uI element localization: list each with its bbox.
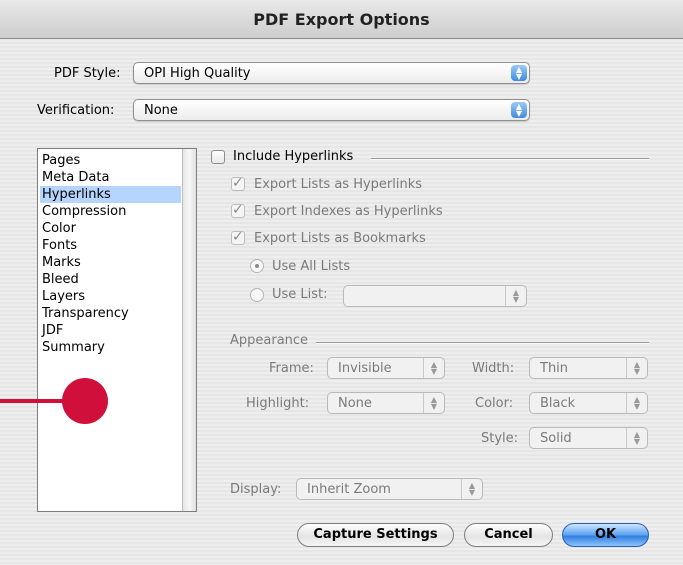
- width-value: Thin: [540, 361, 569, 376]
- popup-arrows-icon: ▲ ▼: [626, 428, 647, 448]
- use-list-radio[interactable]: [250, 288, 264, 302]
- list-item-color[interactable]: Color: [40, 220, 181, 237]
- pdf-style-label: PDF Style:: [54, 66, 121, 81]
- list-item-marks[interactable]: Marks: [40, 254, 181, 271]
- display-label: Display:: [230, 482, 282, 497]
- separator: [316, 342, 649, 344]
- use-list-label: Use List:: [272, 287, 328, 302]
- highlight-popup[interactable]: None ▲ ▼: [327, 392, 445, 414]
- highlight-value: None: [338, 396, 372, 411]
- list-item-summary[interactable]: Summary: [40, 339, 181, 356]
- popup-arrows-icon: ▲ ▼: [626, 358, 647, 378]
- color-label: Color:: [475, 396, 514, 411]
- use-list-popup[interactable]: ▲ ▼: [343, 285, 527, 307]
- list-item-meta-data[interactable]: Meta Data: [40, 169, 181, 186]
- list-scrollbar[interactable]: [182, 149, 196, 511]
- style-label: Style:: [481, 431, 519, 446]
- section-list[interactable]: Pages Meta Data Hyperlinks Compression C…: [37, 148, 197, 512]
- color-popup[interactable]: Black ▲ ▼: [529, 392, 648, 414]
- width-label: Width:: [472, 361, 515, 376]
- popup-arrows-icon: ▲ ▼: [461, 479, 482, 499]
- popup-arrows-icon: ▲ ▼: [626, 393, 647, 413]
- pdf-style-popup[interactable]: OPI High Quality ▲ ▼: [133, 62, 530, 84]
- display-popup[interactable]: Inherit Zoom ▲ ▼: [296, 478, 483, 500]
- popup-arrows-icon: ▲ ▼: [511, 65, 527, 81]
- window-title: PDF Export Options: [253, 10, 430, 29]
- include-hyperlinks-label: Include Hyperlinks: [233, 149, 354, 164]
- list-item-transparency[interactable]: Transparency: [40, 305, 181, 322]
- export-indexes-label: Export Indexes as Hyperlinks: [254, 204, 443, 219]
- include-hyperlinks-checkbox[interactable]: [211, 150, 225, 164]
- capture-settings-button[interactable]: Capture Settings: [297, 523, 454, 547]
- ok-button[interactable]: OK: [562, 523, 649, 547]
- verification-popup[interactable]: None ▲ ▼: [133, 99, 530, 121]
- list-item-fonts[interactable]: Fonts: [40, 237, 181, 254]
- list-item-bleed[interactable]: Bleed: [40, 271, 181, 288]
- frame-label: Frame:: [269, 361, 314, 376]
- use-all-lists-radio[interactable]: [250, 259, 264, 273]
- style-popup[interactable]: Solid ▲ ▼: [529, 427, 648, 449]
- appearance-label: Appearance: [230, 333, 309, 348]
- use-all-lists-label: Use All Lists: [272, 259, 351, 274]
- popup-arrows-icon: ▲ ▼: [423, 393, 444, 413]
- list-item-compression[interactable]: Compression: [40, 203, 181, 220]
- pdf-style-value: OPI High Quality: [144, 66, 251, 81]
- list-item-jdf[interactable]: JDF: [40, 322, 181, 339]
- export-lists-label: Export Lists as Hyperlinks: [254, 177, 423, 192]
- display-value: Inherit Zoom: [307, 482, 391, 497]
- highlight-label: Highlight:: [246, 396, 310, 411]
- popup-arrows-icon: ▲ ▼: [423, 358, 444, 378]
- checkmark-icon: ✓: [232, 202, 244, 218]
- list-item-layers[interactable]: Layers: [40, 288, 181, 305]
- verification-value: None: [144, 103, 178, 118]
- annotation-marker-dot: [62, 378, 108, 424]
- separator: [371, 158, 649, 160]
- cancel-button[interactable]: Cancel: [464, 523, 553, 547]
- verification-label: Verification:: [37, 103, 115, 118]
- export-bookmarks-label: Export Lists as Bookmarks: [254, 231, 426, 246]
- popup-arrows-icon: ▲ ▼: [511, 102, 527, 118]
- style-value: Solid: [540, 431, 572, 446]
- list-item-pages[interactable]: Pages: [40, 152, 181, 169]
- frame-value: Invisible: [338, 361, 392, 376]
- frame-popup[interactable]: Invisible ▲ ▼: [327, 357, 445, 379]
- color-value: Black: [540, 396, 576, 411]
- popup-arrows-icon: ▲ ▼: [505, 286, 526, 306]
- checkmark-icon: ✓: [232, 229, 244, 245]
- checkmark-icon: ✓: [232, 175, 244, 191]
- width-popup[interactable]: Thin ▲ ▼: [529, 357, 648, 379]
- list-item-hyperlinks[interactable]: Hyperlinks: [40, 186, 181, 203]
